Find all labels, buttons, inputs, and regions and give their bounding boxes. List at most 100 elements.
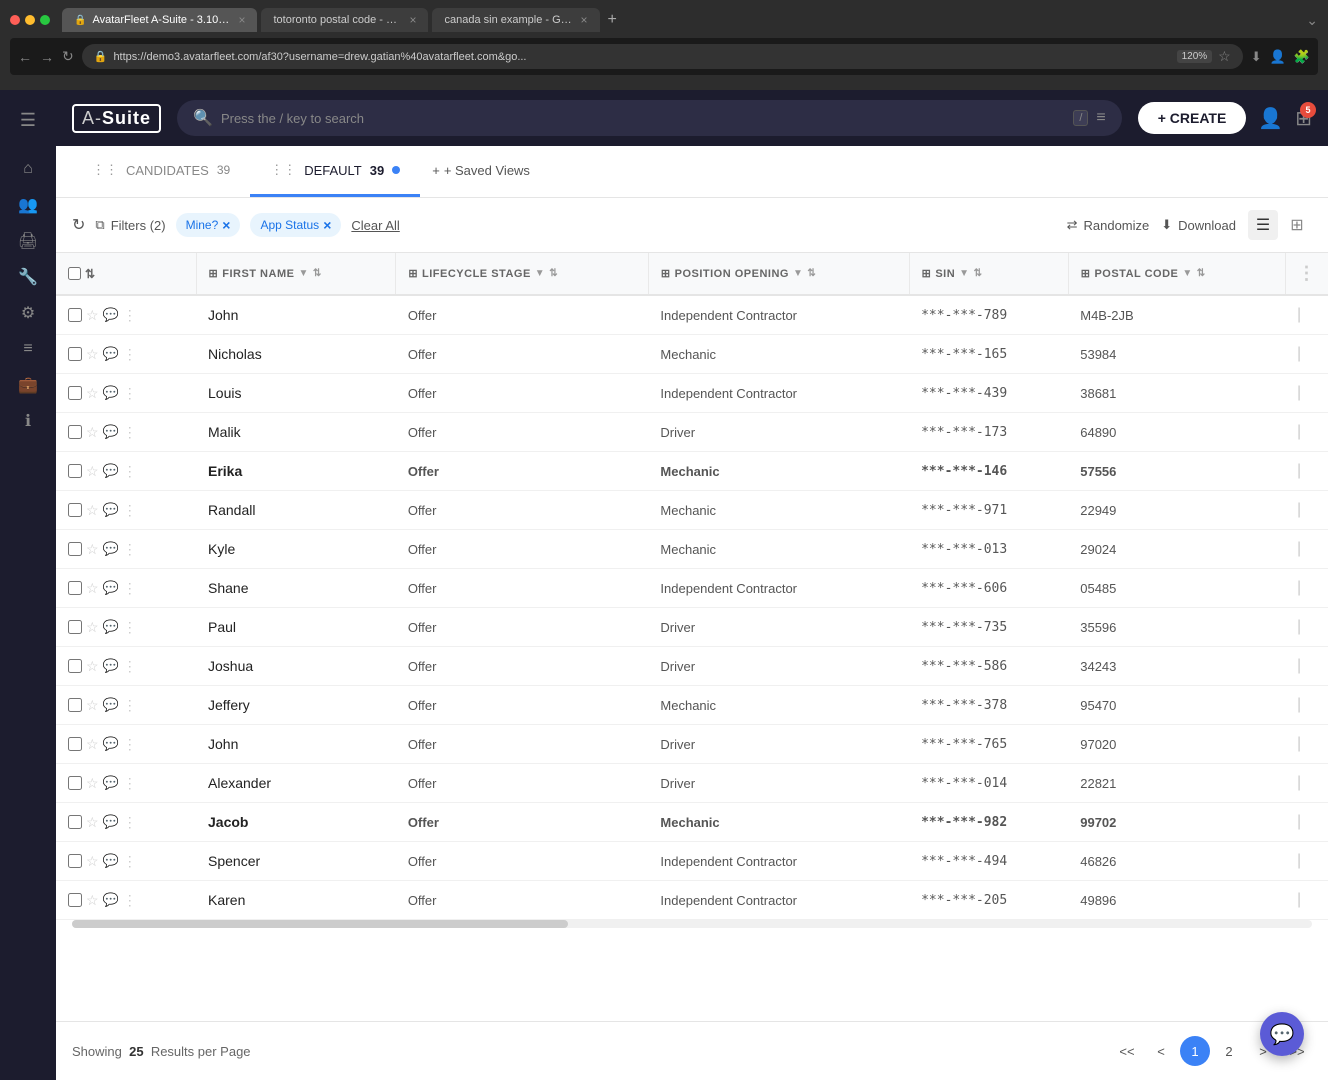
row-checkbox-8[interactable] [68,620,82,634]
page-2-button[interactable]: 2 [1214,1036,1244,1066]
table-row[interactable]: ☆ 💬 ⋮ ShaneOfferIndependent Contractor**… [56,569,1328,608]
row-star-10[interactable]: ☆ [86,697,99,714]
table-row[interactable]: ☆ 💬 ⋮ MalikOfferDriver***-***-17364890| [56,413,1328,452]
column-more-icon[interactable]: ⋮ [1298,263,1317,283]
table-row[interactable]: ☆ 💬 ⋮ JefferyOfferMechanic***-***-378954… [56,686,1328,725]
row-comment-1[interactable]: 💬 [103,346,119,362]
close-dot[interactable] [10,15,20,25]
row-comment-5[interactable]: 💬 [103,502,119,518]
row-star-1[interactable]: ☆ [86,346,99,363]
row-star-6[interactable]: ☆ [86,541,99,558]
create-button[interactable]: + CREATE [1138,102,1247,134]
mine-chip-remove-icon[interactable]: × [222,217,230,233]
row-star-12[interactable]: ☆ [86,775,99,792]
row-more-14[interactable]: ⋮ [123,853,137,870]
row-star-8[interactable]: ☆ [86,619,99,636]
table-row[interactable]: ☆ 💬 ⋮ PaulOfferDriver***-***-73535596| [56,608,1328,647]
row-comment-8[interactable]: 💬 [103,619,119,635]
row-comment-11[interactable]: 💬 [103,736,119,752]
tab-overflow-icon[interactable]: ⌄ [1306,12,1318,29]
settings-icon[interactable]: ⚙ [10,295,46,331]
sliders-icon[interactable]: ≡ [10,331,46,367]
table-row[interactable]: ☆ 💬 ⋮ KyleOfferMechanic***-***-01329024| [56,530,1328,569]
row-more-13[interactable]: ⋮ [123,814,137,831]
new-tab-button[interactable]: + [608,11,617,29]
chat-bubble-button[interactable]: 💬 [1260,1012,1304,1056]
row-star-14[interactable]: ☆ [86,853,99,870]
row-more-5[interactable]: ⋮ [123,502,137,519]
filter-button[interactable]: ⧉ Filters (2) [95,217,165,233]
browser-tab-postal[interactable]: totoronto postal code - Google ... × [261,8,428,32]
row-more-9[interactable]: ⋮ [123,658,137,675]
row-checkbox-9[interactable] [68,659,82,673]
th-sort-icon-name[interactable]: ⇅ [313,268,322,279]
row-comment-15[interactable]: 💬 [103,892,119,908]
row-checkbox-3[interactable] [68,425,82,439]
th-filter-icon-3[interactable]: ▼ [793,268,803,279]
table-row[interactable]: ☆ 💬 ⋮ SpencerOfferIndependent Contractor… [56,842,1328,881]
th-postal[interactable]: ⊞ POSTAL CODE ▼ ⇅ [1068,253,1285,295]
th-sort-icon[interactable]: ⇅ [85,267,96,281]
row-comment-14[interactable]: 💬 [103,853,119,869]
download-button[interactable]: ⬇ Download [1161,217,1236,233]
first-page-button[interactable]: << [1112,1036,1142,1066]
forward-button[interactable]: → [40,49,54,65]
th-sort-icon-lifecycle[interactable]: ⇅ [549,268,558,279]
row-comment-4[interactable]: 💬 [103,463,119,479]
minimize-dot[interactable] [25,15,35,25]
row-checkbox-12[interactable] [68,776,82,790]
row-checkbox-10[interactable] [68,698,82,712]
row-comment-12[interactable]: 💬 [103,775,119,791]
table-row[interactable]: ☆ 💬 ⋮ ErikaOfferMechanic***-***-14657556… [56,452,1328,491]
th-lifecycle[interactable]: ⊞ LIFECYCLE STAGE ▼ ⇅ [396,253,649,295]
mine-filter-chip[interactable]: Mine? × [176,213,241,237]
candidates-table-container[interactable]: ⇅ ⊞ FIRST NAME ▼ ⇅ [56,253,1328,1021]
user-profile-icon[interactable]: 👤 [1258,106,1283,131]
star-bookmark-icon[interactable]: ☆ [1218,48,1231,65]
row-star-13[interactable]: ☆ [86,814,99,831]
row-checkbox-5[interactable] [68,503,82,517]
browser-tab-asuite[interactable]: 🔒 AvatarFleet A-Suite - 3.109.4 × [62,8,257,32]
th-filter-icon-2[interactable]: ▼ [535,268,545,279]
row-more-1[interactable]: ⋮ [123,346,137,363]
th-more[interactable]: ⋮ [1285,253,1328,295]
search-bar[interactable]: 🔍 Press the / key to search / ≡ [177,100,1122,136]
row-checkbox-0[interactable] [68,308,82,322]
row-more-4[interactable]: ⋮ [123,463,137,480]
row-more-6[interactable]: ⋮ [123,541,137,558]
row-more-7[interactable]: ⋮ [123,580,137,597]
maximize-dot[interactable] [40,15,50,25]
row-comment-2[interactable]: 💬 [103,385,119,401]
address-bar[interactable]: 🔒 https://demo3.avatarfleet.com/af30?use… [82,44,1243,69]
row-more-12[interactable]: ⋮ [123,775,137,792]
row-more-2[interactable]: ⋮ [123,385,137,402]
th-filter-icon-4[interactable]: ▼ [959,268,969,279]
clear-all-button[interactable]: Clear All [351,218,399,233]
list-view-button[interactable]: ☰ [1248,210,1278,240]
info-icon[interactable]: ℹ [10,403,46,439]
app-status-filter-chip[interactable]: App Status × [250,213,341,237]
row-more-8[interactable]: ⋮ [123,619,137,636]
row-checkbox-1[interactable] [68,347,82,361]
tab-close-icon-3[interactable]: × [580,13,587,27]
row-more-3[interactable]: ⋮ [123,424,137,441]
row-star-9[interactable]: ☆ [86,658,99,675]
row-more-11[interactable]: ⋮ [123,736,137,753]
row-checkbox-2[interactable] [68,386,82,400]
th-first-name[interactable]: ⊞ FIRST NAME ▼ ⇅ [196,253,396,295]
browser-tab-sin[interactable]: canada sin example - Google S... × [432,8,599,32]
table-row[interactable]: ☆ 💬 ⋮ JacobOfferMechanic***-***-98299702… [56,803,1328,842]
row-star-2[interactable]: ☆ [86,385,99,402]
people-icon[interactable]: 👥 [10,187,46,223]
wrench-icon[interactable]: 🔧 [10,259,46,295]
prev-page-button[interactable]: < [1146,1036,1176,1066]
row-comment-7[interactable]: 💬 [103,580,119,596]
select-all-checkbox[interactable] [68,267,81,280]
row-comment-3[interactable]: 💬 [103,424,119,440]
tab-close-icon[interactable]: × [238,13,245,27]
row-star-5[interactable]: ☆ [86,502,99,519]
print-icon[interactable]: 🖨 [10,223,46,259]
row-checkbox-4[interactable] [68,464,82,478]
th-sort-icon-sin[interactable]: ⇅ [974,268,983,279]
row-comment-9[interactable]: 💬 [103,658,119,674]
